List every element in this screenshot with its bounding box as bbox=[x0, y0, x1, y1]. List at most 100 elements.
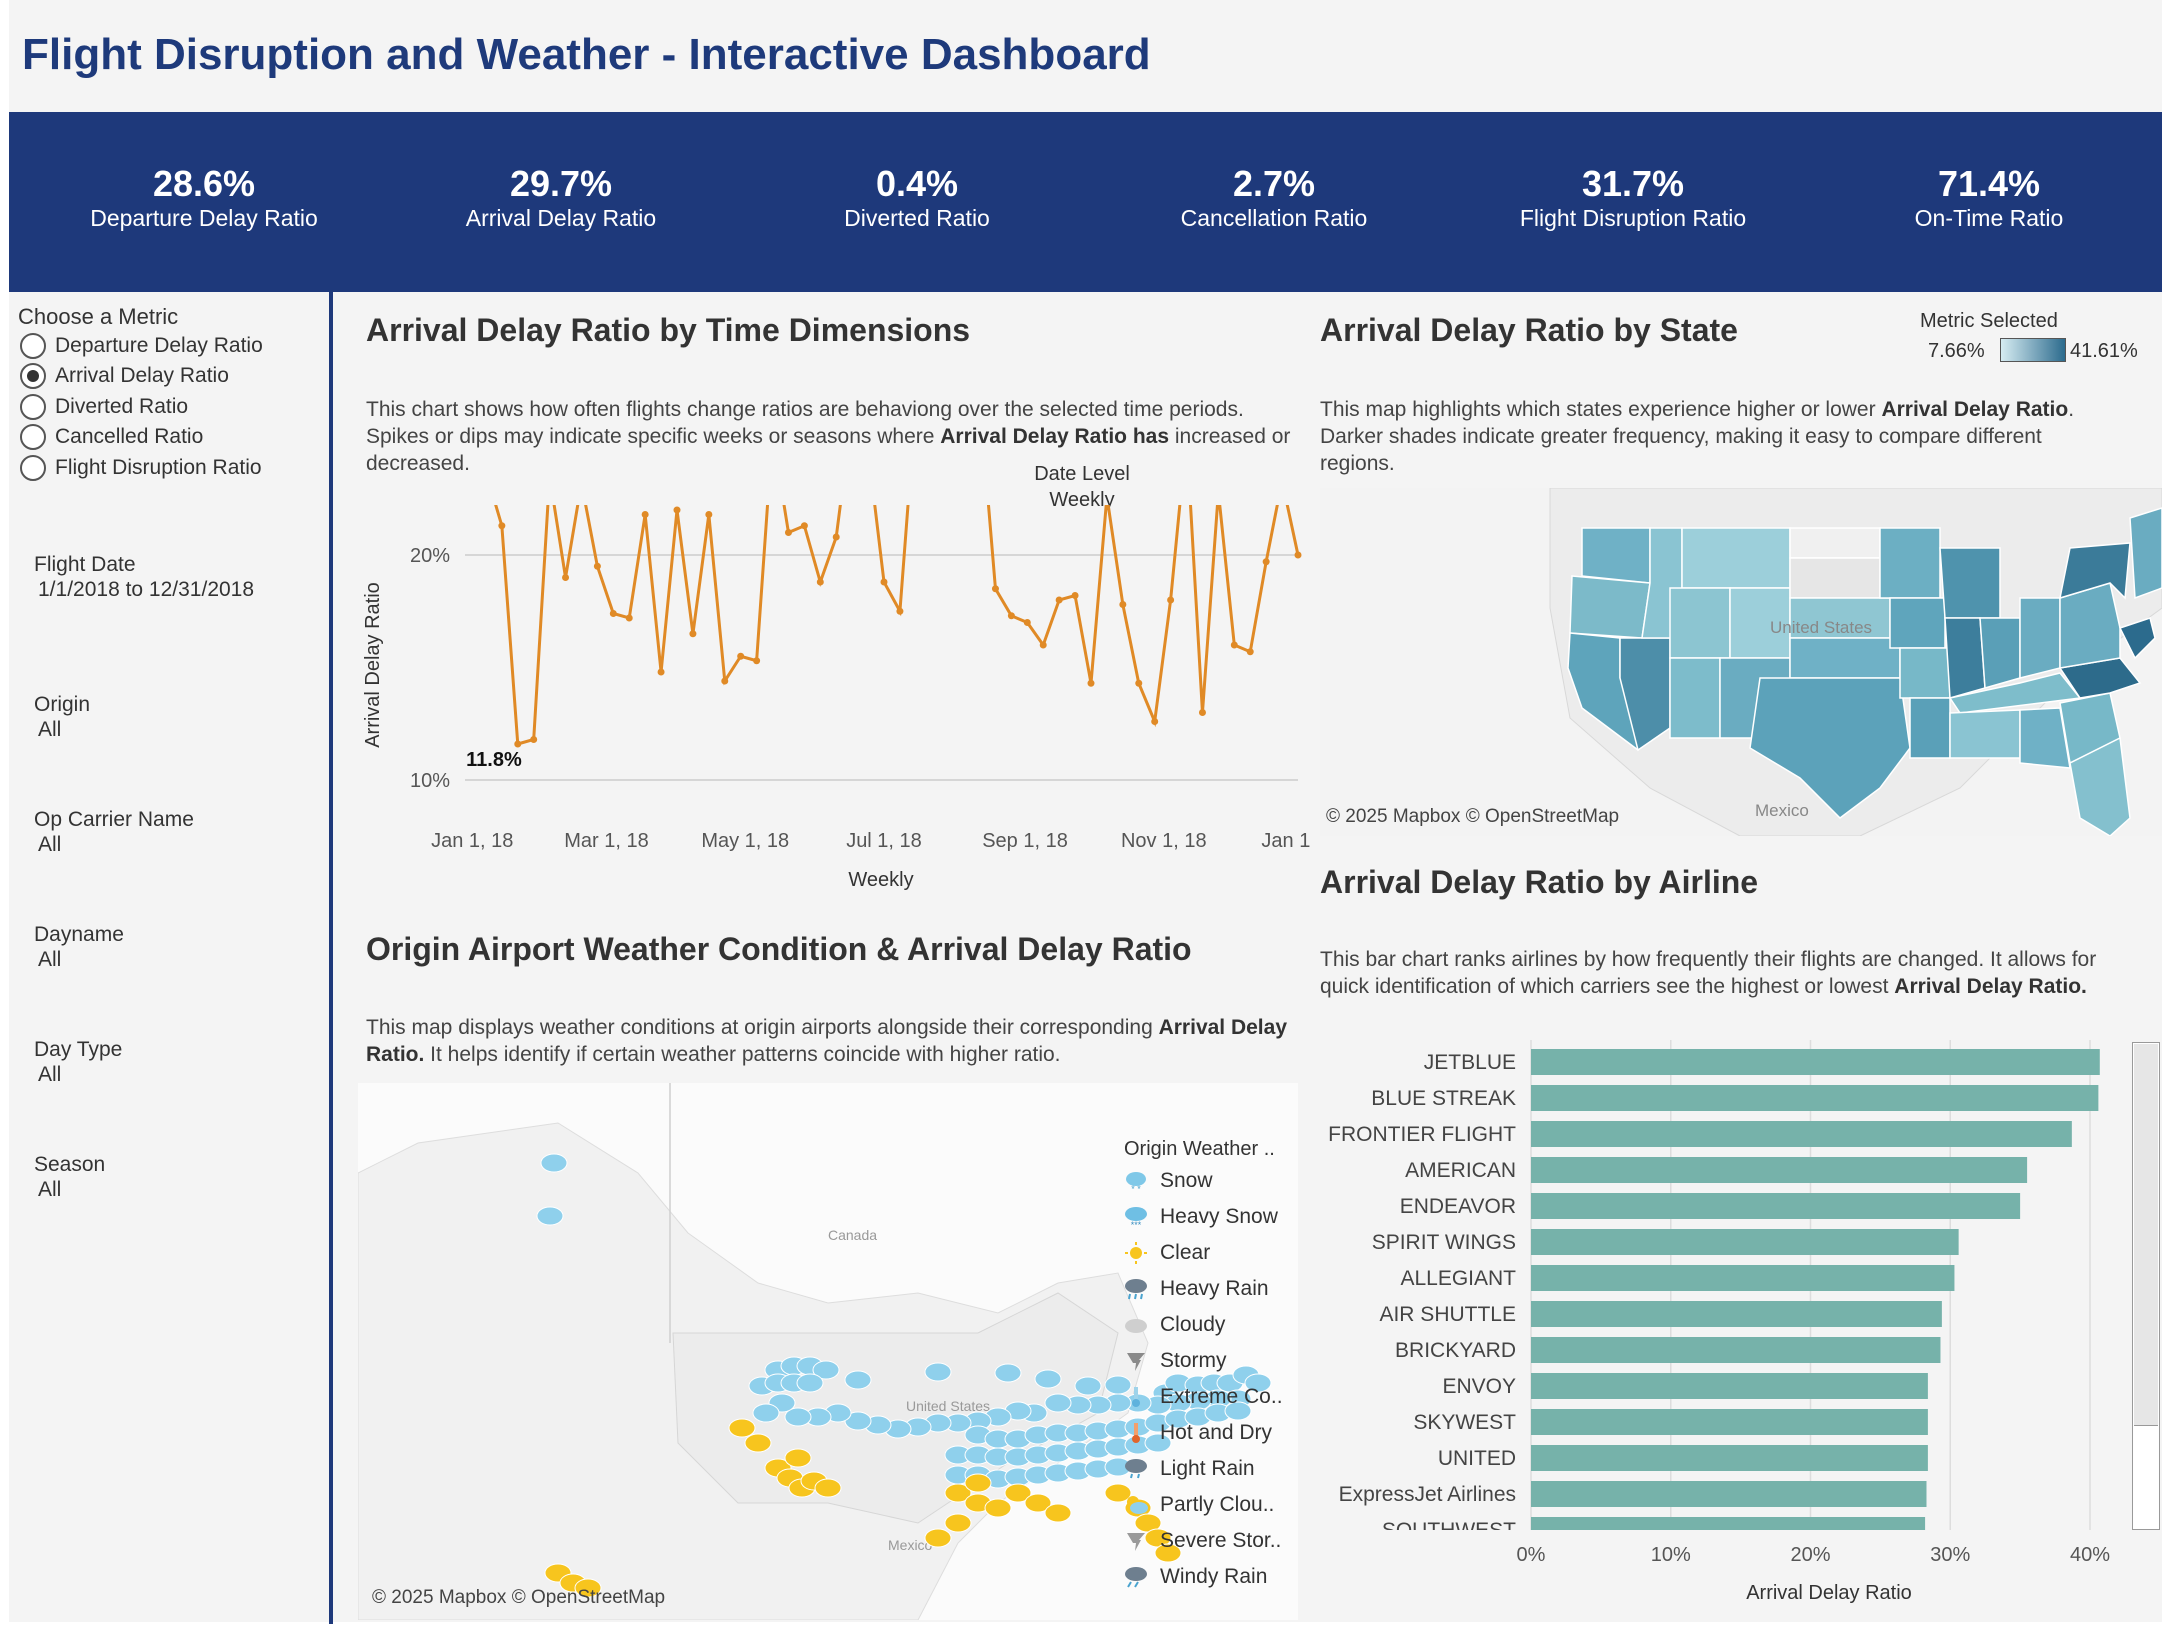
bar[interactable] bbox=[1531, 1157, 2028, 1183]
snow-marker[interactable] bbox=[1074, 1376, 1102, 1396]
metric-option-departure-delay[interactable]: Departure Delay Ratio bbox=[20, 332, 263, 360]
snow-marker[interactable] bbox=[994, 1363, 1022, 1383]
data-point[interactable] bbox=[593, 562, 601, 570]
radio-button[interactable] bbox=[20, 424, 46, 450]
clear-marker[interactable] bbox=[728, 1418, 756, 1438]
snow-marker[interactable] bbox=[752, 1403, 780, 1423]
metric-option-cancelled[interactable]: Cancelled Ratio bbox=[20, 423, 203, 451]
bar[interactable] bbox=[1531, 1481, 1927, 1507]
map-credit[interactable]: © 2025 Mapbox © OpenStreetMap bbox=[372, 1587, 665, 1609]
weather-legend-item[interactable]: Hot and Dry bbox=[1124, 1418, 1272, 1448]
snow-marker[interactable] bbox=[796, 1373, 824, 1393]
data-point[interactable] bbox=[641, 511, 649, 518]
data-point[interactable] bbox=[991, 585, 999, 593]
data-point[interactable] bbox=[1119, 601, 1127, 608]
bar[interactable] bbox=[1531, 1049, 2100, 1075]
data-point[interactable] bbox=[1151, 718, 1159, 725]
snow-marker[interactable] bbox=[1044, 1393, 1072, 1413]
snow-marker[interactable] bbox=[536, 1206, 564, 1226]
data-point[interactable] bbox=[1071, 592, 1079, 599]
snow-marker[interactable] bbox=[924, 1362, 952, 1382]
weather-legend-item[interactable]: Stormy bbox=[1124, 1346, 1227, 1376]
metric-option-diverted[interactable]: Diverted Ratio bbox=[20, 393, 188, 421]
weekly-line-chart[interactable]: 0%10%20%30%Jan 1, 18Mar 1, 18May 1, 18Ju… bbox=[355, 505, 1310, 903]
filter-value[interactable]: All bbox=[34, 832, 194, 857]
metric-option-flight-disruption[interactable]: Flight Disruption Ratio bbox=[20, 454, 262, 482]
radio-button[interactable] bbox=[20, 394, 46, 420]
data-point[interactable] bbox=[1135, 679, 1143, 687]
data-point[interactable] bbox=[530, 736, 538, 743]
state-choropleth-map[interactable]: United States Mexico © 2025 Mapbox © Ope… bbox=[1320, 488, 2162, 836]
weather-legend-item[interactable]: Extreme Co.. bbox=[1124, 1382, 1283, 1412]
clear-marker[interactable] bbox=[1044, 1503, 1072, 1523]
bar[interactable] bbox=[1531, 1445, 1928, 1471]
data-point[interactable] bbox=[832, 533, 840, 541]
filter-value[interactable]: All bbox=[34, 1177, 105, 1202]
data-point[interactable] bbox=[880, 578, 888, 586]
weather-legend-item[interactable]: Light Rain bbox=[1124, 1454, 1255, 1484]
bar[interactable] bbox=[1531, 1373, 1928, 1399]
snow-marker[interactable] bbox=[844, 1370, 872, 1390]
weather-legend-item[interactable]: *** Heavy Snow bbox=[1124, 1202, 1278, 1232]
data-point[interactable] bbox=[1039, 641, 1047, 649]
data-point[interactable] bbox=[1055, 596, 1063, 604]
filter-day-type[interactable]: Day Type All bbox=[34, 1037, 122, 1087]
data-point[interactable] bbox=[1023, 619, 1031, 626]
data-point[interactable] bbox=[800, 522, 808, 530]
metric-option-arrival-delay[interactable]: Arrival Delay Ratio bbox=[20, 362, 229, 390]
data-point[interactable] bbox=[1230, 641, 1238, 649]
data-point[interactable] bbox=[1167, 596, 1175, 604]
radio-button[interactable] bbox=[20, 333, 46, 359]
bar[interactable] bbox=[1531, 1085, 2099, 1111]
data-point[interactable] bbox=[673, 506, 681, 514]
clear-marker[interactable] bbox=[944, 1513, 972, 1533]
bar[interactable] bbox=[1531, 1265, 1955, 1291]
weather-legend-item[interactable]: Windy Rain bbox=[1124, 1562, 1267, 1592]
bar[interactable] bbox=[1531, 1517, 1926, 1543]
weather-legend-item[interactable]: Cloudy bbox=[1124, 1310, 1225, 1340]
data-point[interactable] bbox=[1198, 709, 1206, 716]
radio-button[interactable] bbox=[20, 455, 46, 481]
data-point[interactable] bbox=[816, 578, 824, 586]
data-point[interactable] bbox=[514, 740, 522, 748]
data-point[interactable] bbox=[562, 574, 570, 581]
data-point[interactable] bbox=[1262, 558, 1270, 566]
clear-marker[interactable] bbox=[984, 1498, 1012, 1518]
data-point[interactable] bbox=[721, 677, 729, 685]
map-credit[interactable]: © 2025 Mapbox © OpenStreetMap bbox=[1326, 806, 1619, 828]
data-point[interactable] bbox=[1294, 551, 1302, 559]
data-point[interactable] bbox=[705, 511, 713, 518]
bar[interactable] bbox=[1531, 1229, 1959, 1255]
bar[interactable] bbox=[1531, 1409, 1928, 1435]
filter-value[interactable]: All bbox=[34, 1062, 122, 1087]
airline-chart-scrollbar[interactable] bbox=[2132, 1042, 2160, 1530]
clear-marker[interactable] bbox=[784, 1448, 812, 1468]
data-point[interactable] bbox=[657, 668, 665, 676]
clear-marker[interactable] bbox=[964, 1473, 992, 1493]
filter-value[interactable]: All bbox=[34, 947, 124, 972]
bar[interactable] bbox=[1531, 1193, 2021, 1219]
data-point[interactable] bbox=[625, 614, 633, 622]
clear-marker[interactable] bbox=[814, 1478, 842, 1498]
data-point[interactable] bbox=[737, 652, 745, 660]
radio-button-selected[interactable] bbox=[20, 363, 46, 389]
filter-flight-date[interactable]: Flight Date 1/1/2018 to 12/31/2018 bbox=[34, 552, 254, 602]
bar[interactable] bbox=[1531, 1121, 2072, 1147]
weather-legend-item[interactable]: * * Snow bbox=[1124, 1166, 1213, 1196]
weather-legend-item[interactable]: Partly Clou.. bbox=[1124, 1490, 1274, 1520]
weather-legend-item[interactable]: Clear bbox=[1124, 1238, 1210, 1268]
snow-marker[interactable] bbox=[1034, 1369, 1062, 1389]
data-point[interactable] bbox=[753, 657, 761, 665]
filter-op-carrier-name[interactable]: Op Carrier Name All bbox=[34, 807, 194, 857]
clear-marker[interactable] bbox=[924, 1528, 952, 1548]
filter-value[interactable]: All bbox=[34, 717, 90, 742]
data-point[interactable] bbox=[1246, 648, 1254, 656]
filter-value[interactable]: 1/1/2018 to 12/31/2018 bbox=[34, 577, 254, 602]
data-point[interactable] bbox=[498, 522, 506, 530]
data-point[interactable] bbox=[1007, 612, 1015, 620]
clear-marker[interactable] bbox=[744, 1433, 772, 1453]
bar[interactable] bbox=[1531, 1337, 1941, 1363]
data-point[interactable] bbox=[1087, 679, 1095, 687]
data-point[interactable] bbox=[896, 607, 904, 615]
bar[interactable] bbox=[1531, 1301, 1942, 1327]
